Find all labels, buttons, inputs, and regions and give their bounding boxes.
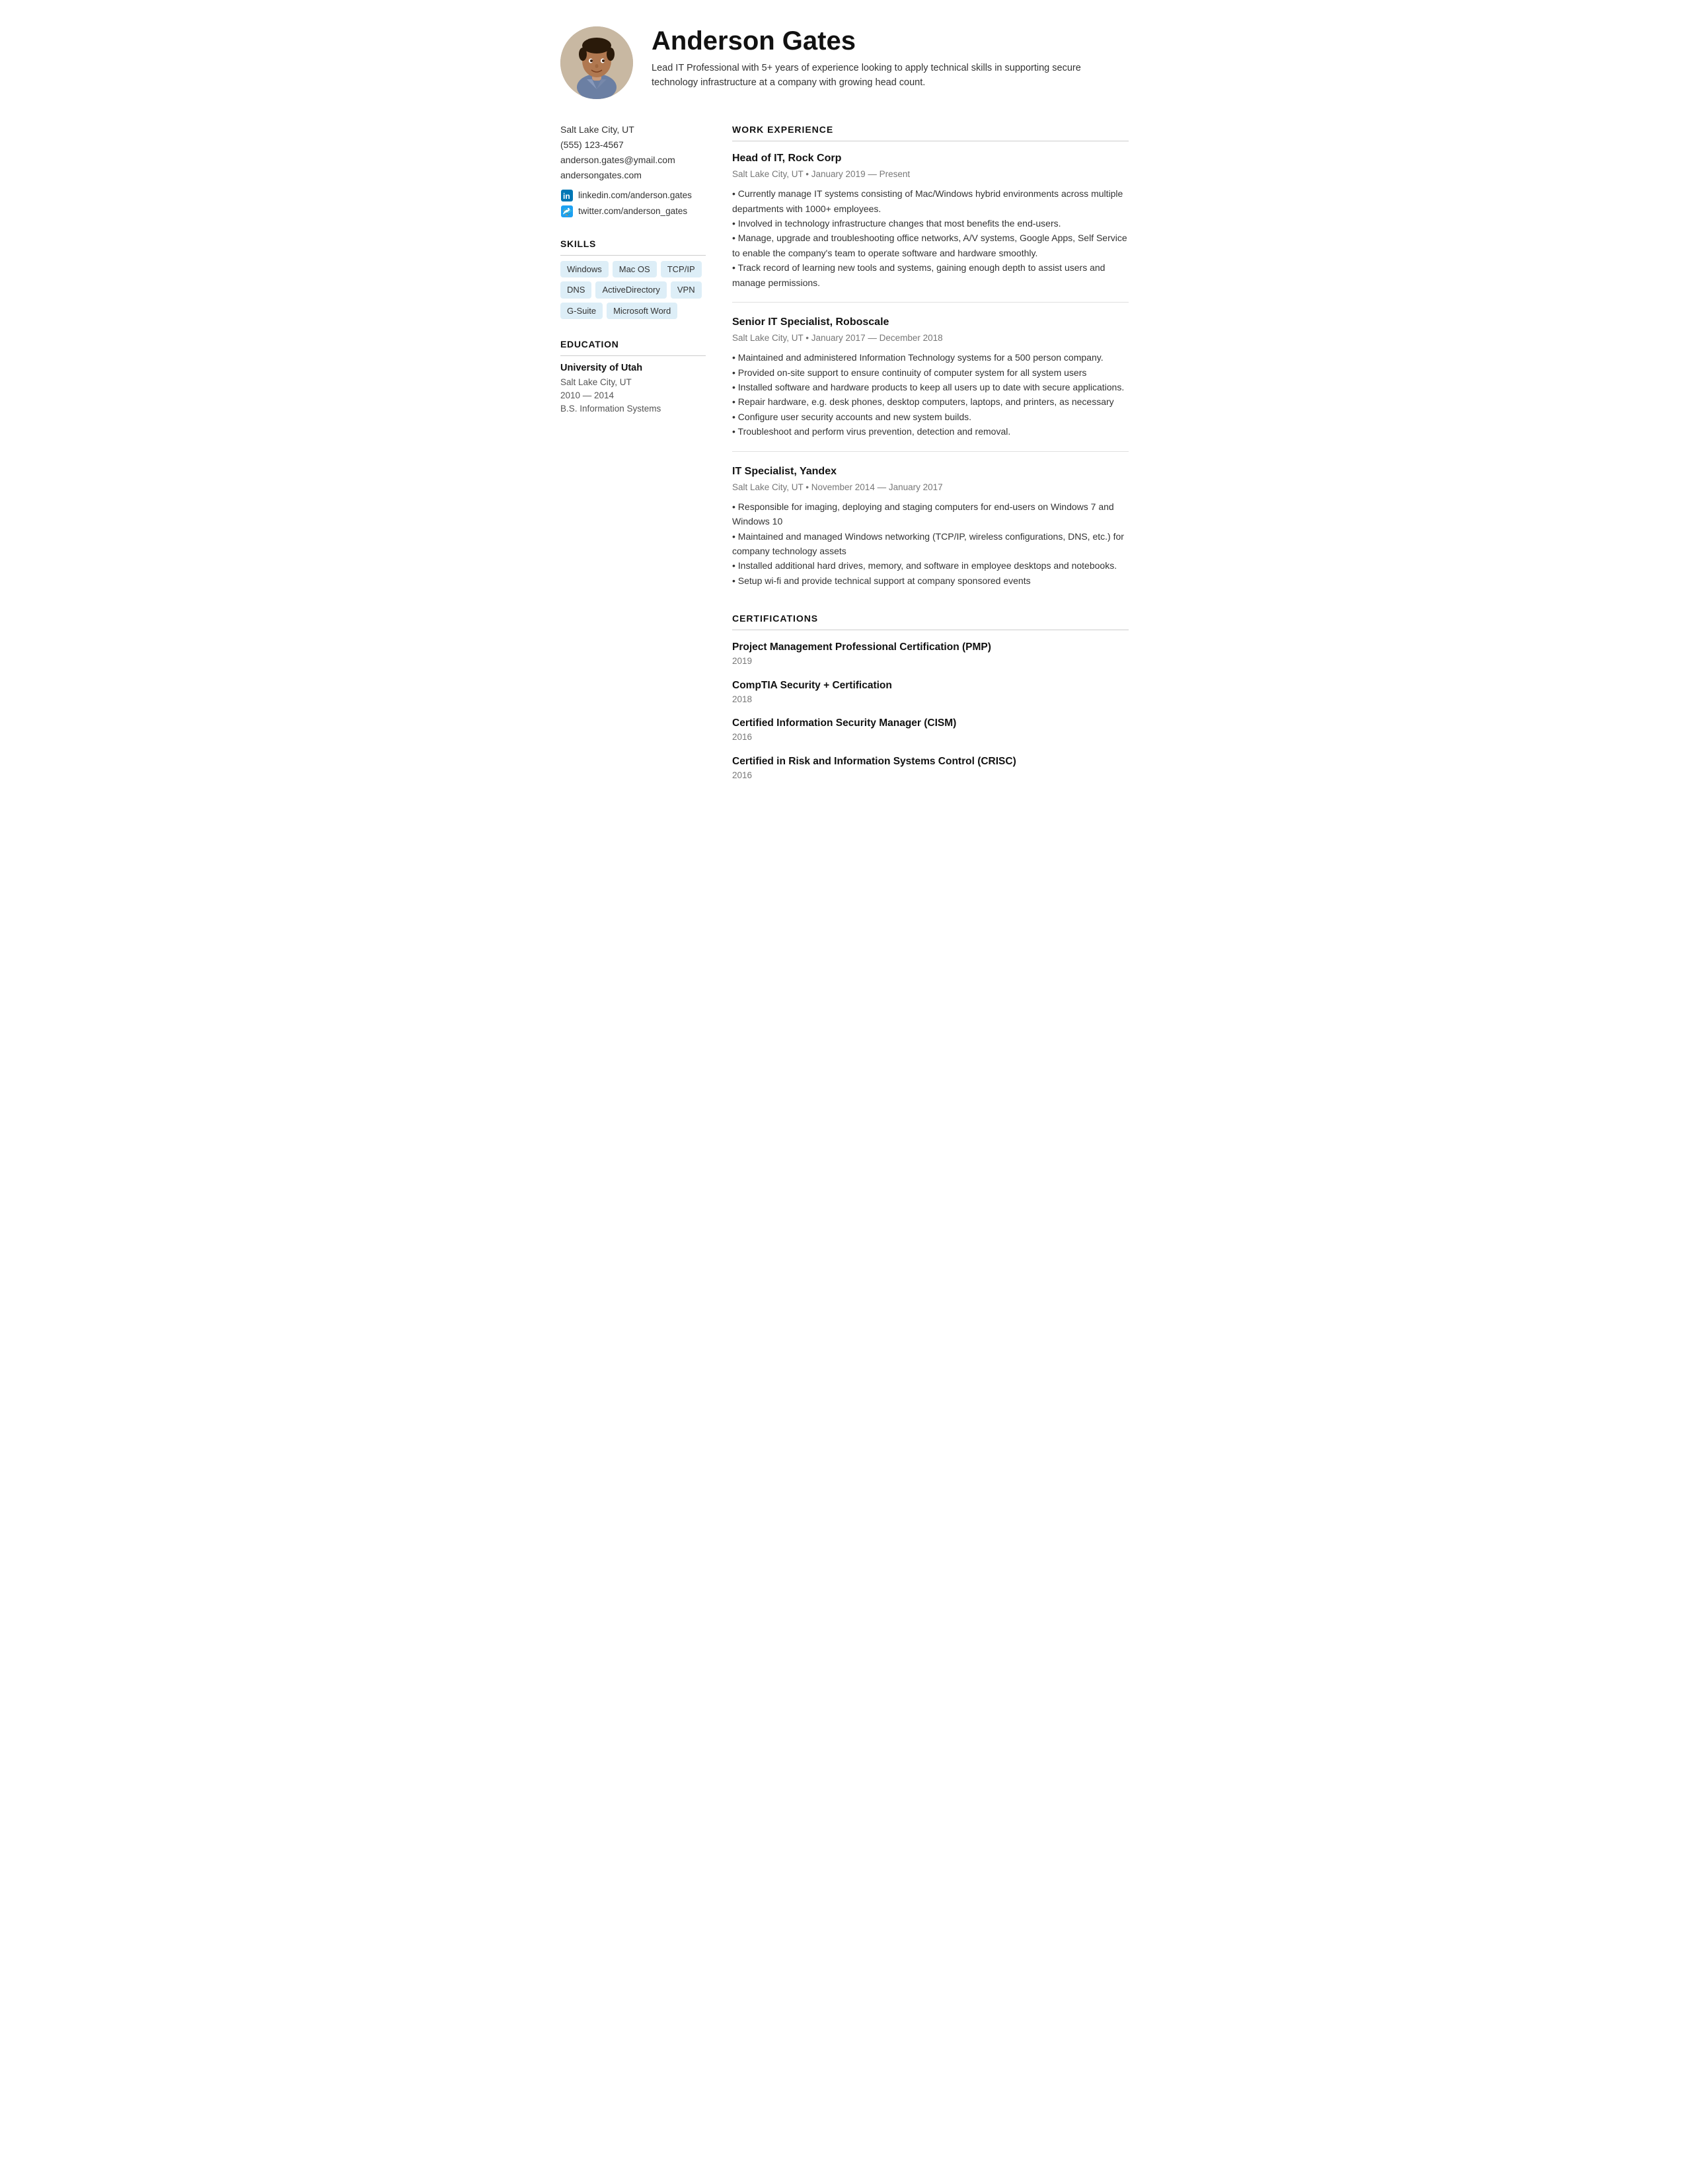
linkedin-icon: in (560, 189, 574, 202)
cert-name: Certified in Risk and Information System… (732, 754, 1129, 769)
contact-phone: (555) 123-4567 (560, 138, 706, 152)
contact-section: Salt Lake City, UT (555) 123-4567 anders… (560, 123, 706, 219)
cert-block: Certified Information Security Manager (… (732, 715, 1129, 745)
contact-location: Salt Lake City, UT (560, 123, 706, 137)
candidate-summary: Lead IT Professional with 5+ years of ex… (652, 61, 1129, 91)
twitter-item[interactable]: 🐦 twitter.com/anderson_gates (560, 205, 706, 218)
header-section: Anderson Gates Lead IT Professional with… (560, 26, 1129, 99)
contact-email: anderson.gates@ymail.com (560, 153, 706, 167)
twitter-icon: 🐦 (560, 205, 574, 218)
edu-years: 2010 — 2014 (560, 389, 706, 402)
job-meta: Salt Lake City, UT • November 2014 — Jan… (732, 481, 1129, 494)
resume-page: Anderson Gates Lead IT Professional with… (527, 0, 1162, 818)
skills-heading: SKILLS (560, 237, 706, 256)
cert-year: 2016 (732, 769, 1129, 782)
contact-website: andersongates.com (560, 168, 706, 182)
avatar (560, 26, 633, 99)
job-title: Senior IT Specialist, Roboscale (732, 314, 1129, 330)
work-heading: WORK EXPERIENCE (732, 123, 1129, 141)
skill-tag: VPN (671, 281, 702, 299)
cert-block: CompTIA Security + Certification2018 (732, 678, 1129, 707)
skills-section: SKILLS WindowsMac OSTCP/IP DNSActiveDirec… (560, 237, 706, 320)
job-bullets: • Maintained and administered Informatio… (732, 350, 1129, 439)
education-section: EDUCATION University of Utah Salt Lake C… (560, 338, 706, 416)
job-block: IT Specialist, YandexSalt Lake City, UT … (732, 464, 1129, 601)
skill-tag: ActiveDirectory (595, 281, 666, 299)
cert-year: 2018 (732, 693, 1129, 706)
job-block: Head of IT, Rock Corp Salt Lake City, UT … (732, 151, 1129, 303)
cert-year: 2019 (732, 655, 1129, 668)
edu-school: University of Utah (560, 361, 706, 376)
linkedin-label: linkedin.com/anderson.gates (578, 189, 692, 202)
twitter-label: twitter.com/anderson_gates (578, 205, 687, 218)
job-bullets: • Responsible for imaging, deploying and… (732, 499, 1129, 588)
cert-name: Project Management Professional Certific… (732, 639, 1129, 655)
education-heading: EDUCATION (560, 338, 706, 356)
work-experience-section: WORK EXPERIENCE Head of IT, Rock Corp Sal… (732, 123, 1129, 600)
edu-block: University of Utah Salt Lake City, UT 20… (560, 361, 706, 416)
linkedin-item[interactable]: in linkedin.com/anderson.gates (560, 189, 706, 202)
main-content: WORK EXPERIENCE Head of IT, Rock Corp Sal… (732, 123, 1129, 791)
cert-year: 2016 (732, 731, 1129, 744)
job-meta: Salt Lake City, UT • January 2017 — Dece… (732, 332, 1129, 345)
cert-block: Certified in Risk and Information System… (732, 754, 1129, 783)
skills-tags: WindowsMac OSTCP/IP DNSActiveDirectory VPN… (560, 261, 706, 320)
skill-tag: Mac OS (613, 261, 657, 278)
job-title: IT Specialist, Yandex (732, 464, 1129, 480)
skill-tag: G-Suite (560, 303, 603, 320)
skill-tag: TCP/IP (661, 261, 702, 278)
cert-name: CompTIA Security + Certification (732, 678, 1129, 693)
skill-tag: DNS (560, 281, 591, 299)
job-title: Head of IT, Rock Corp (732, 151, 1129, 166)
job-block: Senior IT Specialist, Roboscale Salt Lake… (732, 314, 1129, 452)
svg-text:in: in (563, 192, 570, 201)
job-bullets: • Currently manage IT systems consisting… (732, 186, 1129, 290)
candidate-name: Anderson Gates (652, 26, 1129, 55)
job-meta: Salt Lake City, UT • January 2019 — Pres… (732, 168, 1129, 181)
certifications-section: CERTIFICATIONS Project Management Profes… (732, 612, 1129, 782)
header-info: Anderson Gates Lead IT Professional with… (652, 26, 1129, 91)
jobs-list: Head of IT, Rock Corp Salt Lake City, UT … (732, 151, 1129, 600)
cert-name: Certified Information Security Manager (… (732, 715, 1129, 731)
sidebar: Salt Lake City, UT (555) 123-4567 anders… (560, 123, 706, 435)
certs-list: Project Management Professional Certific… (732, 639, 1129, 782)
edu-location: Salt Lake City, UT (560, 376, 706, 389)
body-layout: Salt Lake City, UT (555) 123-4567 anders… (560, 123, 1129, 791)
cert-block: Project Management Professional Certific… (732, 639, 1129, 669)
skill-tag: Windows (560, 261, 609, 278)
skill-tag: Microsoft Word (607, 303, 677, 320)
cert-heading: CERTIFICATIONS (732, 612, 1129, 630)
edu-degree: B.S. Information Systems (560, 402, 706, 416)
